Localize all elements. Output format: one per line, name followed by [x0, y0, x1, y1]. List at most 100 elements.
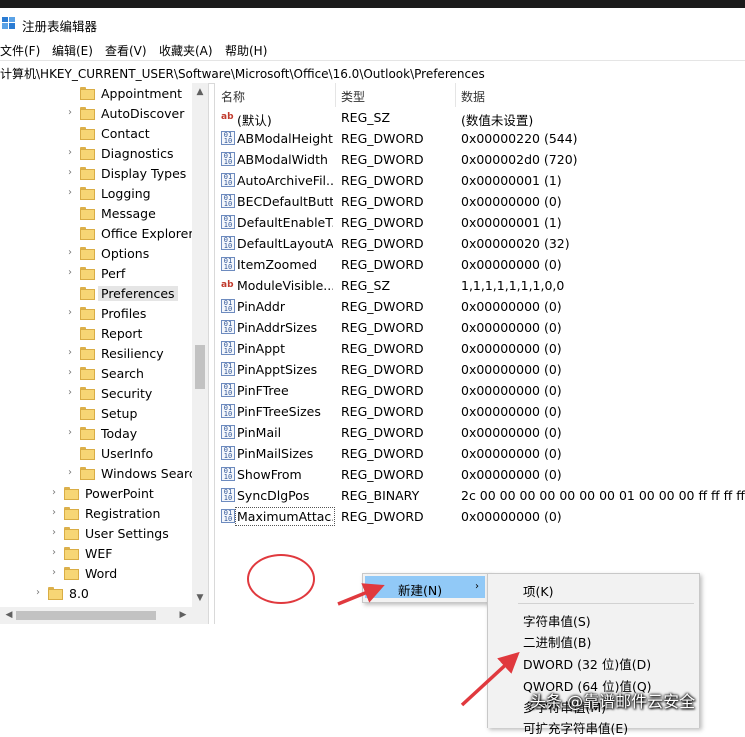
scroll-left-icon[interactable]: ◀ — [2, 607, 16, 624]
chevron-right-icon[interactable]: › — [52, 488, 60, 498]
value-name: PinApptSizes — [237, 362, 318, 377]
value-row[interactable]: 01 10 PinFTree REG_DWORD 0x00000000 (0) — [215, 380, 745, 401]
value-data: 0x00000000 (0) — [461, 299, 562, 314]
chevron-right-icon[interactable]: › — [52, 528, 60, 538]
folder-icon — [80, 147, 95, 160]
tree-node[interactable]: Report — [0, 324, 192, 344]
chevron-right-icon[interactable]: › — [68, 188, 76, 198]
address-bar[interactable]: 计算机\HKEY_CURRENT_USER\Software\Microsoft… — [0, 60, 745, 84]
menu-item-new[interactable]: 新建(N) › — [365, 576, 485, 598]
tree-node[interactable]: › Security — [0, 384, 192, 404]
submenu-item-expandstring[interactable]: 可扩充字符串值(E) — [523, 718, 628, 737]
chevron-right-icon[interactable]: › — [68, 348, 76, 358]
menu-help[interactable]: 帮助(H) — [225, 42, 267, 59]
menu-view[interactable]: 查看(V) — [105, 42, 147, 59]
chevron-right-icon[interactable]: › — [68, 308, 76, 318]
value-row[interactable]: 01 10 ABModalWidth REG_DWORD 0x000002d0 (720… — [215, 149, 745, 170]
chevron-right-icon[interactable]: › — [68, 248, 76, 258]
column-header-type[interactable]: 类型 — [341, 88, 365, 105]
key-tree-pane[interactable]: Appointment › AutoDiscover Contact › Diagnost… — [0, 83, 209, 624]
tree-node[interactable]: › Display Types — [0, 164, 192, 184]
tree-node[interactable]: › Logging — [0, 184, 192, 204]
value-row[interactable]: ab ModuleVisible... REG_SZ 1,1,1,1,1,1,1,0,… — [215, 275, 745, 296]
submenu-item-binary[interactable]: 二进制值(B) — [523, 632, 591, 651]
tree-node[interactable]: › Registration — [0, 504, 192, 524]
value-row[interactable]: 0110BECDefaultButt... REG_DWORD 0x00000000… — [215, 191, 745, 212]
value-row[interactable]: 01 10 PinFTreeSizes REG_DWORD 0x00000000 (0) — [215, 401, 745, 422]
column-separator[interactable] — [335, 83, 336, 107]
value-row[interactable]: 01 10 ABModalHeight REG_DWORD 0x00000220 (54… — [215, 128, 745, 149]
menu-file[interactable]: 文件(F) — [0, 42, 40, 59]
column-header-name[interactable]: 名称 — [221, 88, 245, 105]
scroll-right-icon[interactable]: ▶ — [176, 607, 190, 624]
value-row[interactable]: 01 10 ItemZoomed REG_DWORD 0x00000000 (0) — [215, 254, 745, 275]
tree-node[interactable]: › AutoDiscover — [0, 104, 192, 124]
hscroll-thumb[interactable] — [16, 611, 156, 620]
tree-node[interactable]: › Resiliency — [0, 344, 192, 364]
submenu-item-dword[interactable]: DWORD (32 位)值(D) — [523, 654, 651, 673]
value-row[interactable]: 01 10 PinMailSizes REG_DWORD 0x00000000 (0) — [215, 443, 745, 464]
tree-node[interactable]: › Windows Search — [0, 464, 204, 484]
chevron-right-icon[interactable]: › — [68, 368, 76, 378]
value-row[interactable]: 01 10 PinAddr REG_DWORD 0x00000000 (0) — [215, 296, 745, 317]
submenu-item-key[interactable]: 项(K) — [523, 581, 553, 600]
column-separator[interactable] — [455, 83, 456, 107]
tree-node[interactable]: › Word — [0, 564, 192, 584]
chevron-right-icon[interactable]: › — [68, 428, 76, 438]
value-row[interactable]: ab (默认) REG_SZ (数值未设置) — [215, 107, 745, 128]
chevron-right-icon[interactable]: › — [36, 588, 44, 598]
chevron-right-icon[interactable]: › — [68, 108, 76, 118]
chevron-right-icon[interactable]: › — [52, 568, 60, 578]
value-data: 0x00000000 (0) — [461, 320, 562, 335]
tree-node[interactable]: › Today — [0, 424, 192, 444]
tree-node[interactable]: › PowerPoint — [0, 484, 192, 504]
chevron-right-icon[interactable]: › — [68, 468, 76, 478]
value-list-pane[interactable]: 名称 类型 数据 ab (默认) REG_SZ (数值未设置) 01 10 ABModalH… — [214, 83, 745, 624]
value-row[interactable]: 01 10 DefaultEnableT... REG_DWORD 0x00000001… — [215, 212, 745, 233]
value-row[interactable]: 01 10 PinAddrSizes REG_DWORD 0x00000000 (0) — [215, 317, 745, 338]
folder-icon — [64, 487, 79, 500]
menu-edit[interactable]: 编辑(E) — [52, 42, 93, 59]
tree-vertical-scrollbar[interactable]: ▲ ▼ — [192, 83, 208, 607]
tree-node[interactable]: › Diagnostics — [0, 144, 192, 164]
scroll-down-icon[interactable]: ▼ — [192, 591, 208, 605]
column-header-data[interactable]: 数据 — [461, 88, 485, 105]
scroll-up-icon[interactable]: ▲ — [192, 85, 208, 99]
value-row[interactable]: 01 10 PinApptSizes REG_DWORD 0x00000000 (0) — [215, 359, 745, 380]
submenu-item-string[interactable]: 字符串值(S) — [523, 611, 591, 630]
value-row[interactable]: 01 10 PinAppt REG_DWORD 0x00000000 (0) — [215, 338, 745, 359]
chevron-right-icon[interactable]: › — [68, 168, 76, 178]
tree-node[interactable]: Contact — [0, 124, 192, 144]
value-row[interactable]: 01 10 MaximumAttac... REG_DWORD 0x00000000 (… — [215, 506, 745, 527]
tree-node[interactable]: › WEF — [0, 544, 192, 564]
chevron-right-icon[interactable]: › — [52, 548, 60, 558]
tree-node[interactable]: › Options — [0, 244, 192, 264]
tree-node[interactable]: › Search — [0, 364, 192, 384]
value-name: ABModalHeight — [237, 131, 333, 146]
tree-node[interactable]: Setup — [0, 404, 192, 424]
tree-node[interactable]: Office Explorer — [0, 224, 194, 244]
tree-node[interactable]: › User Settings — [0, 524, 192, 544]
submenu-arrow-icon: › — [475, 581, 479, 592]
value-row[interactable]: 01 10 PinMail REG_DWORD 0x00000000 (0) — [215, 422, 745, 443]
tree-node[interactable]: Message — [0, 204, 192, 224]
value-name: ModuleVisible... — [237, 278, 333, 293]
scroll-thumb[interactable] — [195, 345, 205, 389]
chevron-right-icon[interactable]: › — [68, 388, 76, 398]
tree-node[interactable]: › 8.0 — [0, 584, 192, 604]
tree-node[interactable]: › Profiles — [0, 304, 192, 324]
tree-horizontal-scrollbar[interactable]: ◀ ▶ — [0, 607, 208, 624]
chevron-right-icon[interactable]: › — [52, 508, 60, 518]
menu-favorites[interactable]: 收藏夹(A) — [159, 42, 213, 59]
value-row[interactable]: 01 10 SyncDlgPos REG_BINARY 2c 00 00 00 00 0… — [215, 485, 745, 506]
value-row[interactable]: 01 10 AutoArchiveFil... REG_DWORD 0x00000001… — [215, 170, 745, 191]
value-row[interactable]: 01 10 ShowFrom REG_DWORD 0x00000000 (0) — [215, 464, 745, 485]
address-path[interactable]: 计算机\HKEY_CURRENT_USER\Software\Microsoft… — [0, 65, 485, 82]
chevron-right-icon[interactable]: › — [68, 148, 76, 158]
value-row[interactable]: 0110DefaultLayoutA... REG_DWORD 0x00000020… — [215, 233, 745, 254]
tree-node[interactable]: Appointment — [0, 84, 192, 104]
tree-node[interactable]: Preferences — [0, 284, 192, 304]
tree-node[interactable]: UserInfo — [0, 444, 192, 464]
tree-node[interactable]: › Perf — [0, 264, 192, 284]
chevron-right-icon[interactable]: › — [68, 268, 76, 278]
